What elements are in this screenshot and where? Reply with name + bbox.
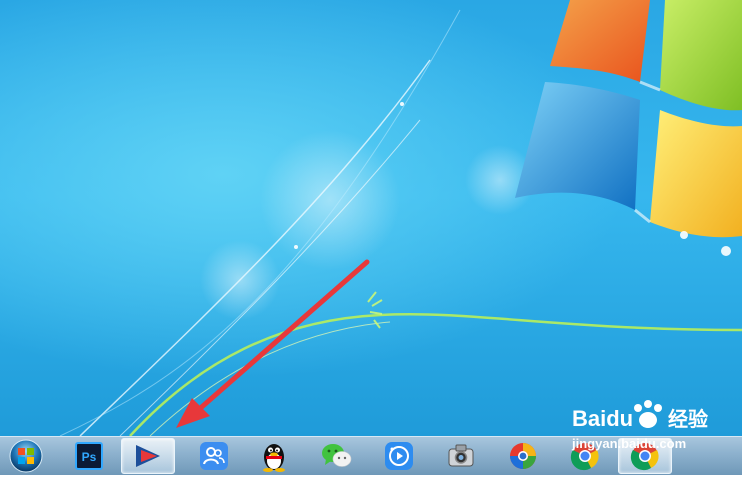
chrome-icon [570,443,599,471]
wechat-icon [322,444,352,467]
start-button[interactable] [6,438,46,474]
taskbar: Ps [0,436,742,475]
media-player-icon [385,442,413,470]
chrome-icon [630,443,659,471]
taskbar-media-player-button[interactable] [372,438,426,474]
taskbar-photoshop-button[interactable]: Ps [62,438,116,474]
taskbar-chrome-button-1[interactable] [558,438,612,474]
taskbar-red-arrow-app-button[interactable] [121,438,175,474]
windows-orb-icon [9,439,43,473]
qq-penguin-icon [263,444,285,472]
desktop [0,0,742,436]
red-arrow-annotation [176,259,370,428]
taskbar-qq-button[interactable] [247,438,301,474]
svg-text:Ps: Ps [82,450,97,464]
taskbar-chrome-button-2[interactable] [618,438,672,474]
taskbar-wechat-button[interactable] [310,438,364,474]
firefox-style-browser-icon [510,443,536,469]
taskbar-browser-button[interactable] [496,438,550,474]
taskbar-contacts-button[interactable] [187,438,241,474]
photoshop-icon: Ps [75,442,103,470]
contacts-icon [200,442,228,470]
camera-app-icon [448,444,474,467]
taskbar-camera-app-button[interactable] [434,438,488,474]
red-arrow-app-icon [136,445,160,467]
